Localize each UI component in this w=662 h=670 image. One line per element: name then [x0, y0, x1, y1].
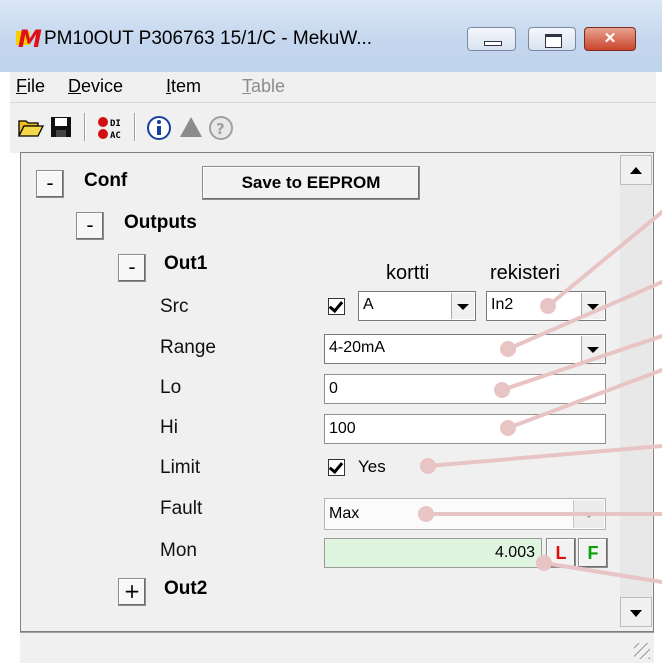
- annotation-line-limit: [426, 444, 662, 468]
- annotation-dot-range: [500, 341, 516, 357]
- app-logo-icon: M: [16, 25, 42, 53]
- annotation-overlay: [418, 210, 662, 584]
- annotation-dot-fault: [418, 506, 434, 522]
- annotation-line-src-register: [546, 210, 662, 308]
- annotation-line-mon: [542, 561, 662, 584]
- annotation-dot-lo: [494, 382, 510, 398]
- annotation-line-range: [506, 280, 662, 351]
- annotation-line-lo: [500, 334, 662, 392]
- annotation-dot-mon: [536, 555, 552, 571]
- application-window: M PM10OUT P306763 15/1/C - MekuW... ✕ Fi…: [0, 0, 662, 670]
- annotation-dot-limit: [420, 458, 436, 474]
- annotation-dot-hi: [500, 420, 516, 436]
- annotation-dot-src-register: [540, 298, 556, 314]
